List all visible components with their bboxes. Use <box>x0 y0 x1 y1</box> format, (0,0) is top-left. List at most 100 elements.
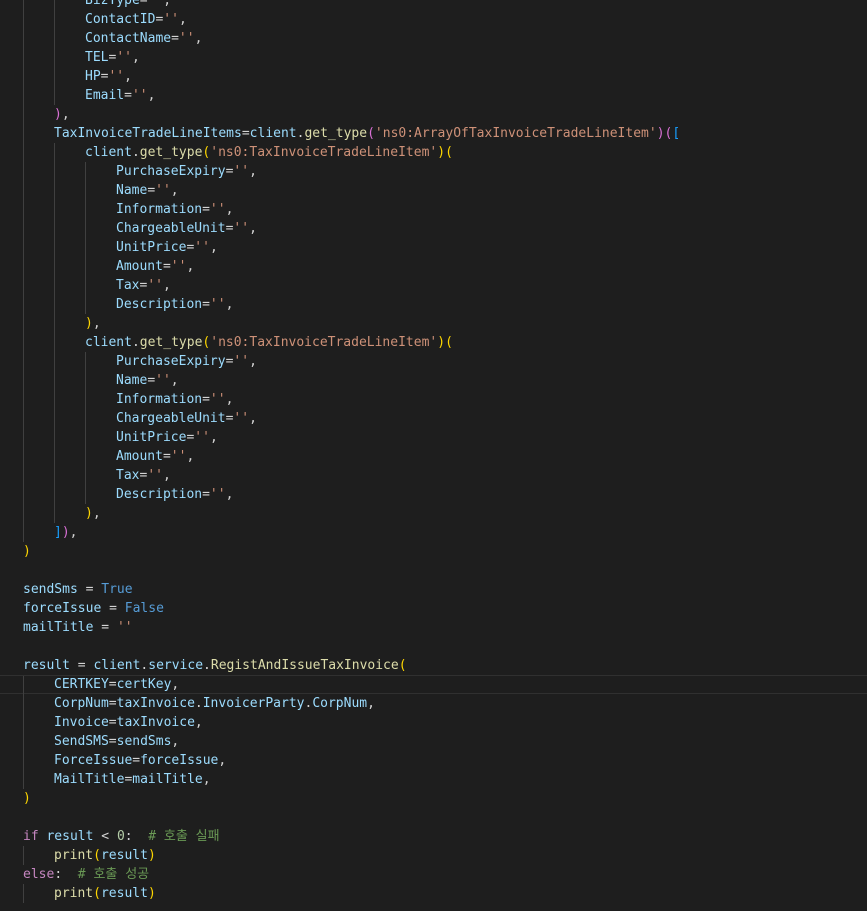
code-line[interactable]: mailTitle = '' <box>0 618 867 637</box>
identifier-token: Tax <box>116 468 140 483</box>
bracket-token: ( <box>445 335 453 350</box>
code-line[interactable]: CERTKEY=certKey, <box>0 675 867 695</box>
code-line[interactable]: UnitPrice='', <box>0 238 867 257</box>
indent-guide <box>23 447 24 466</box>
indent-guide <box>23 124 24 143</box>
indent-guide <box>23 219 24 238</box>
code-line[interactable]: UnitPrice='', <box>0 428 867 447</box>
identifier-token: ChargeableUnit <box>116 411 226 426</box>
code-line[interactable]: Description='', <box>0 295 867 314</box>
code-line[interactable]: forceIssue = False <box>0 599 867 618</box>
identifier-token: ForceIssue <box>54 753 133 768</box>
code-line[interactable]: SendSMS=sendSms, <box>0 732 867 751</box>
operator-token: = <box>202 487 210 502</box>
indent-guide <box>23 485 24 504</box>
code-line[interactable]: HP='', <box>0 67 867 86</box>
function-token: print <box>54 886 94 901</box>
code-editor[interactable]: BizType='', ContactID='', ContactName='', T… <box>0 0 867 903</box>
code-line[interactable]: Name='', <box>0 181 867 200</box>
code-line[interactable]: Amount='', <box>0 257 867 276</box>
string-token: '' <box>163 12 179 27</box>
operator-token: = <box>77 582 102 597</box>
code-line[interactable]: PurchaseExpiry='', <box>0 352 867 371</box>
indent-guide <box>23 86 24 105</box>
code-line[interactable]: PurchaseExpiry='', <box>0 162 867 181</box>
code-line[interactable]: ForceIssue=forceIssue, <box>0 751 867 770</box>
code-line[interactable] <box>0 808 867 827</box>
code-line[interactable]: ), <box>0 504 867 523</box>
string-token: '' <box>178 31 195 46</box>
indent-guide <box>54 409 55 428</box>
operator-token: . <box>131 335 140 350</box>
operator-token: , <box>147 88 156 103</box>
code-line[interactable]: else: # 호출 성공 <box>0 865 867 884</box>
indent-guide <box>85 485 86 504</box>
indent-guide <box>23 143 24 162</box>
operator-token: , <box>225 392 234 407</box>
string-token: 'ns0:TaxInvoiceTradeLineItem' <box>210 335 438 350</box>
operator-token: , <box>69 525 78 540</box>
operator-token: , <box>162 468 171 483</box>
identifier-token: PurchaseExpiry <box>116 354 226 369</box>
code-line[interactable]: ), <box>0 105 867 124</box>
control-keyword-token: else <box>23 867 55 882</box>
operator-token: = <box>124 88 132 103</box>
code-line[interactable]: print(result) <box>0 846 867 865</box>
string-token: '' <box>194 430 210 445</box>
bracket-token: ( <box>93 848 101 863</box>
bracket-token: ) <box>23 544 31 559</box>
indent-guide <box>54 371 55 390</box>
code-line[interactable]: Invoice=taxInvoice, <box>0 713 867 732</box>
indent-guide <box>23 713 24 732</box>
code-line[interactable]: Amount='', <box>0 447 867 466</box>
bracket-token: ( <box>445 145 453 160</box>
code-line[interactable]: ContactName='', <box>0 29 867 48</box>
code-line[interactable]: Description='', <box>0 485 867 504</box>
code-line[interactable]: Email='', <box>0 86 867 105</box>
code-line[interactable]: Information='', <box>0 200 867 219</box>
code-line[interactable]: sendSms = True <box>0 580 867 599</box>
code-line[interactable]: BizType='', <box>0 0 867 10</box>
code-line[interactable]: ChargeableUnit='', <box>0 219 867 238</box>
identifier-token: taxInvoice <box>116 696 195 711</box>
code-line[interactable]: print(result) <box>0 884 867 903</box>
code-line[interactable]: client.get_type ('ns0:TaxInvoiceTradeLine… <box>0 143 867 162</box>
code-line[interactable]: ) <box>0 542 867 561</box>
code-line[interactable]: if result < 0: # 호출 실패 <box>0 827 867 846</box>
code-line[interactable]: Information='', <box>0 390 867 409</box>
indent-guide <box>85 352 86 371</box>
code-line[interactable]: ContactID='', <box>0 10 867 29</box>
code-line[interactable]: ) <box>0 789 867 808</box>
code-line[interactable]: TEL='', <box>0 48 867 67</box>
code-line[interactable]: CorpNum=taxInvoice.InvoicerParty.CorpNum… <box>0 694 867 713</box>
indent-guide <box>54 447 55 466</box>
operator-token: , <box>170 183 179 198</box>
operator-token: = <box>139 0 148 8</box>
identifier-token: UnitPrice <box>116 430 187 445</box>
string-token: '' <box>131 88 148 103</box>
operator-token: = <box>202 202 210 217</box>
code-line[interactable]: ChargeableUnit='', <box>0 409 867 428</box>
identifier-token: Information <box>116 202 203 217</box>
indent-guide <box>85 447 86 466</box>
code-line[interactable]: MailTitle=mailTitle, <box>0 770 867 789</box>
code-line[interactable]: result = client.service.RegistAndIssueTa… <box>0 656 867 675</box>
code-line[interactable]: TaxInvoiceTradeLineItems=client.get_type… <box>0 124 867 143</box>
identifier-token: mailTitle <box>132 772 203 787</box>
indent-guide <box>85 276 86 295</box>
code-line[interactable] <box>0 561 867 580</box>
code-line[interactable] <box>0 637 867 656</box>
indent-guide <box>23 751 24 770</box>
identifier-token: taxInvoice <box>116 715 195 730</box>
operator-token: = <box>108 734 117 749</box>
code-line[interactable]: ), <box>0 314 867 333</box>
string-token: '' <box>116 50 132 65</box>
code-line[interactable]: client.get_type ('ns0:TaxInvoiceTradeLine… <box>0 333 867 352</box>
code-line[interactable]: Tax='', <box>0 466 867 485</box>
identifier-token: Tax <box>116 278 140 293</box>
code-line[interactable]: ]), <box>0 523 867 542</box>
code-line[interactable]: Tax='', <box>0 276 867 295</box>
operator-token: , <box>170 373 179 388</box>
function-token: print <box>54 848 94 863</box>
code-line[interactable]: Name='', <box>0 371 867 390</box>
